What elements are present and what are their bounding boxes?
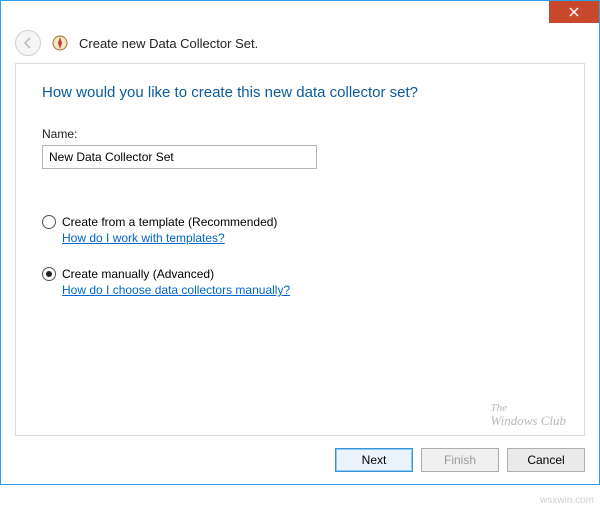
creation-mode-group: Create from a template (Recommended) How… — [42, 215, 558, 319]
back-button — [15, 30, 41, 56]
cancel-button[interactable]: Cancel — [507, 448, 585, 472]
window-title: Create new Data Collector Set. — [79, 36, 258, 51]
radio-manual[interactable] — [42, 267, 56, 281]
next-button[interactable]: Next — [335, 448, 413, 472]
back-arrow-icon — [21, 36, 35, 50]
name-input[interactable] — [42, 145, 317, 169]
close-button[interactable] — [549, 1, 599, 23]
page-heading: How would you like to create this new da… — [42, 84, 558, 101]
close-icon — [569, 7, 579, 17]
option-template-row[interactable]: Create from a template (Recommended) — [42, 215, 558, 229]
footer-buttons: Next Finish Cancel — [1, 436, 599, 484]
source-attribution: wsxwin.com — [540, 495, 594, 506]
compass-icon — [52, 35, 68, 51]
titlebar — [1, 1, 599, 29]
option-manual-row[interactable]: Create manually (Advanced) — [42, 267, 558, 281]
help-link-templates[interactable]: How do I work with templates? — [62, 231, 225, 245]
content-panel: How would you like to create this new da… — [15, 63, 585, 436]
app-icon — [51, 34, 69, 52]
radio-template-label: Create from a template (Recommended) — [62, 215, 277, 229]
radio-template[interactable] — [42, 215, 56, 229]
wizard-window: Create new Data Collector Set. How would… — [0, 0, 600, 485]
watermark: The Windows Club — [491, 403, 567, 427]
help-link-manual[interactable]: How do I choose data collectors manually… — [62, 283, 290, 297]
finish-button: Finish — [421, 448, 499, 472]
name-label: Name: — [42, 127, 558, 141]
radio-manual-label: Create manually (Advanced) — [62, 267, 214, 281]
header-row: Create new Data Collector Set. — [1, 29, 599, 63]
